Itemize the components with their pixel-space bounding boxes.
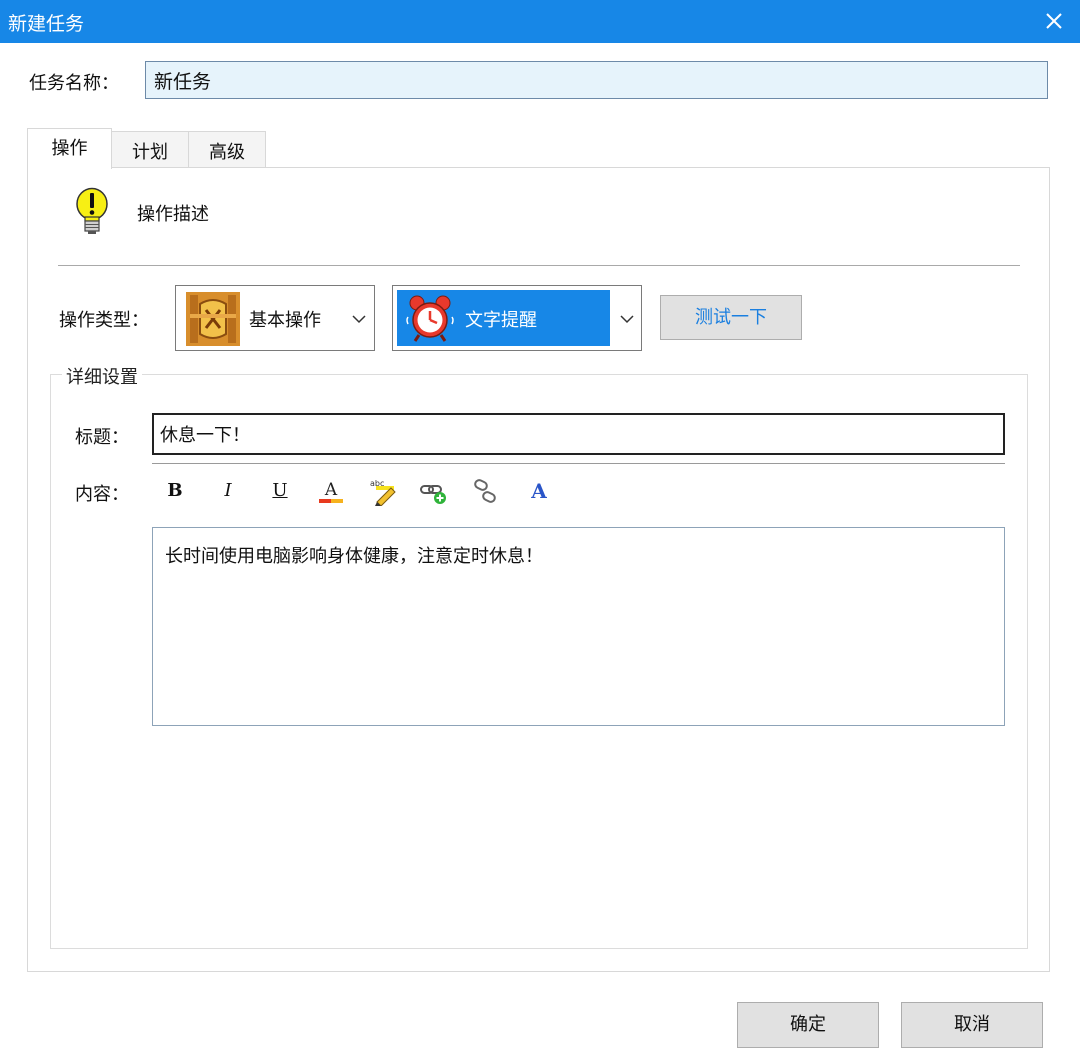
tab-label: 高级 [209,142,245,163]
title-input[interactable] [152,413,1005,455]
content-editor[interactable]: 长时间使用电脑影响身体健康，注意定时休息！ [152,527,1005,726]
underline-icon[interactable]: U [265,476,295,506]
ok-button[interactable]: 确定 [737,1002,879,1048]
alarm-clock-icon [405,293,455,343]
close-icon[interactable] [1038,4,1070,38]
tab-label: 操作 [51,138,88,159]
category-dropdown[interactable]: 基本操作 [175,285,375,351]
divider [58,265,1020,266]
description-text: 操作描述 [137,204,209,225]
svg-text:A: A [324,480,338,500]
content-label: 内容： [75,484,129,505]
title-bar: 新建任务 [0,0,1080,43]
action-type-label: 操作类型： [59,310,149,331]
chevron-down-icon [352,315,366,324]
tab-operation[interactable]: 操作 [27,128,112,169]
task-name-input[interactable] [145,61,1048,99]
tab-label: 计划 [132,142,168,163]
highlight-icon[interactable]: abc [367,476,397,507]
test-button[interactable]: 测试一下 [660,295,802,340]
insert-link-icon[interactable] [418,476,448,506]
font-color-icon[interactable]: A [316,476,346,506]
task-name-label: 任务名称： [29,73,119,94]
bold-icon[interactable]: B [160,476,190,506]
lightbulb-icon [74,187,110,237]
category-value: 基本操作 [249,310,321,331]
details-group-label: 详细设置 [62,363,142,389]
tab-schedule[interactable]: 计划 [111,131,189,168]
tab-advanced[interactable]: 高级 [188,131,266,168]
action-value: 文字提醒 [465,310,537,331]
font-icon[interactable]: A [524,476,554,506]
action-dropdown[interactable]: 文字提醒 [392,285,642,351]
basic-operation-icon [186,292,240,346]
window-title: 新建任务 [8,13,85,35]
title-label: 标题： [75,427,129,448]
italic-icon[interactable]: I [213,476,243,506]
divider [152,463,1005,464]
remove-link-icon[interactable] [470,476,500,506]
chevron-down-icon [620,315,634,324]
cancel-button[interactable]: 取消 [901,1002,1043,1048]
